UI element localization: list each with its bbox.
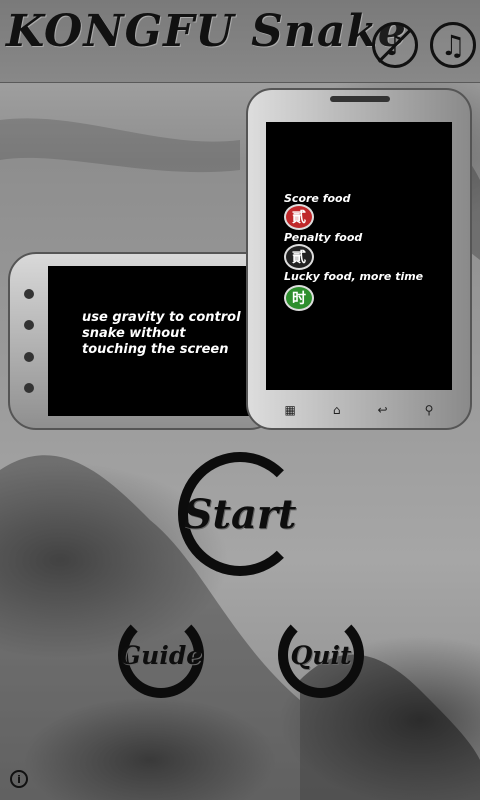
search-key-icon: ⚲ [424, 403, 434, 417]
lucky-food-label: Lucky food, more time [284, 270, 424, 283]
score-food-label: Score food [284, 192, 351, 205]
penalty-food-icon: 貳 [284, 244, 314, 270]
back-key-icon: ↩ [377, 403, 388, 417]
lucky-food-icon: 时 [284, 285, 314, 311]
music-on-button[interactable]: ♫ [430, 22, 476, 68]
start-button[interactable]: Start [178, 452, 302, 576]
app-title: KONGFU Snake [6, 6, 407, 57]
guide-label: Guide [119, 640, 203, 670]
guide-phone-portrait: ▦ ⌂ ↩ ⚲ [246, 88, 472, 430]
gravity-instruction: use gravity to control snake without tou… [82, 310, 241, 357]
guide-button[interactable]: Guide [118, 612, 204, 698]
music-note-on-icon: ♫ [440, 28, 466, 62]
phone-keys: ▦ ⌂ ↩ ⚲ [266, 396, 452, 424]
info-icon[interactable]: i [10, 770, 28, 788]
menu-key-icon: ▦ [284, 403, 296, 417]
music-off-button[interactable]: ♪ [372, 22, 418, 68]
title-bar: KONGFU Snake ♪ ♫ [0, 0, 480, 83]
quit-label: Quit [290, 640, 352, 670]
score-food-icon: 貳 [284, 204, 314, 230]
start-label: Start [183, 490, 297, 538]
quit-button[interactable]: Quit [278, 612, 364, 698]
phone-nav-buttons [18, 278, 40, 404]
penalty-food-label: Penalty food [284, 231, 363, 244]
home-key-icon: ⌂ [332, 403, 341, 417]
phone-speaker [330, 96, 390, 102]
